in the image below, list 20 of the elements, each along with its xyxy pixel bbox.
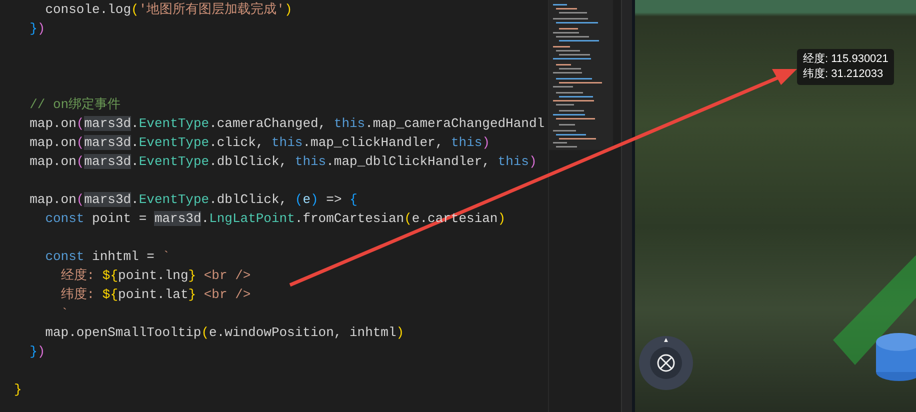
- code-line: 纬度: ${point.lat} <br />: [60, 286, 251, 304]
- code-line: map.on(mars3d.EventType.dblClick, (e) => {: [28, 191, 358, 209]
- scrollbar[interactable]: [621, 0, 632, 412]
- satellite-map[interactable]: [635, 0, 916, 412]
- coordinate-text: 纬度: 31.212033: [803, 67, 884, 82]
- compass-icon[interactable]: [638, 335, 694, 391]
- code-line: map.on(mars3d.EventType.click, this.map_clickHandler, this): [28, 134, 490, 152]
- code-line: `: [60, 305, 69, 323]
- code-line: map.on(mars3d.EventType.cameraChanged, this.map_cameraChangedHandl: [28, 115, 545, 133]
- code-line: const inhtml = `: [44, 248, 170, 266]
- code-line: map.on(mars3d.EventType.dblClick, this.map_dblClickHandler, this): [28, 153, 537, 171]
- code-line: }): [28, 20, 46, 38]
- cylinder-shape: [875, 332, 916, 382]
- code-line: }): [28, 343, 46, 361]
- code-line: 经度: ${point.lng} <br />: [60, 267, 251, 285]
- code-line: console.log('地图所有图层加载完成'): [44, 1, 292, 19]
- code-line: }: [14, 381, 22, 399]
- code-comment: // on绑定事件: [28, 96, 121, 114]
- code-line: map.openSmallTooltip(e.windowPosition, inhtml): [44, 324, 404, 342]
- coordinate-text: 经度: 115.930021: [803, 52, 888, 67]
